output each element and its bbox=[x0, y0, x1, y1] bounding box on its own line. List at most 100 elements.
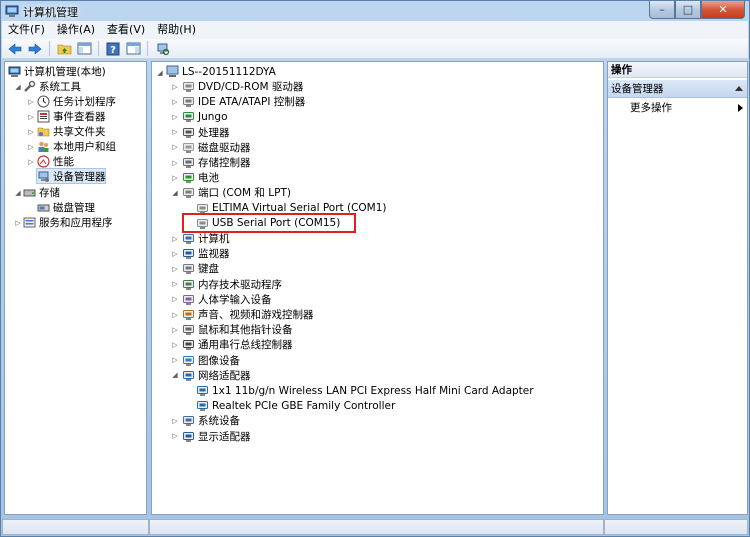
expander-expand[interactable]: ▷ bbox=[171, 325, 179, 334]
system-device-icon bbox=[183, 416, 194, 427]
menu-file[interactable]: 文件(F) bbox=[2, 21, 51, 39]
tree-item-event-viewer[interactable]: 事件查看器 bbox=[37, 109, 106, 124]
scan-hardware-button[interactable] bbox=[153, 40, 171, 57]
help-button[interactable]: ? bbox=[104, 40, 122, 57]
device-category[interactable]: 电池 bbox=[182, 170, 219, 185]
tree-item-performance[interactable]: 性能 bbox=[37, 154, 74, 169]
expander-expand[interactable]: ▷ bbox=[171, 173, 179, 182]
expander-expand[interactable]: ▷ bbox=[171, 128, 179, 137]
device-category[interactable]: 图像设备 bbox=[182, 353, 240, 368]
device-category[interactable]: 通用串行总线控制器 bbox=[182, 337, 293, 352]
expander-expand[interactable]: ▷ bbox=[171, 143, 179, 152]
expander-expand[interactable]: ▷ bbox=[14, 218, 22, 227]
tree-item-device-manager[interactable]: 设备管理器 bbox=[36, 168, 106, 184]
device-category[interactable]: 人体学输入设备 bbox=[182, 292, 272, 307]
device-label: 1x1 11b/g/n Wireless LAN PCI Express Hal… bbox=[212, 384, 534, 397]
device-label: 处理器 bbox=[198, 126, 230, 139]
menu-help[interactable]: 帮助(H) bbox=[151, 21, 202, 39]
actions-pane: 操作 设备管理器 更多操作 bbox=[607, 61, 748, 515]
device-category[interactable]: 存储控制器 bbox=[182, 155, 251, 170]
expander-expand[interactable]: ▷ bbox=[171, 432, 179, 441]
device-label: IDE ATA/ATAPI 控制器 bbox=[198, 96, 306, 109]
forward-button[interactable] bbox=[26, 40, 44, 57]
tree-item-local-users-groups[interactable]: 本地用户和组 bbox=[37, 139, 116, 154]
expander-expand[interactable]: ▷ bbox=[171, 264, 179, 273]
device-label: 人体学输入设备 bbox=[198, 293, 272, 306]
expander-expand[interactable]: ▷ bbox=[171, 280, 179, 289]
device-tree-root[interactable]: LS--20151112DYA bbox=[166, 64, 276, 79]
minimize-button[interactable]: – bbox=[649, 1, 675, 19]
status-cell bbox=[149, 519, 604, 535]
expander-expand[interactable]: ▷ bbox=[171, 234, 179, 243]
expander-collapse[interactable]: ◢ bbox=[156, 68, 164, 77]
actions-section-device-manager[interactable]: 设备管理器 bbox=[608, 80, 747, 98]
collapse-section-icon[interactable] bbox=[735, 86, 743, 91]
expander-expand[interactable]: ▷ bbox=[171, 356, 179, 365]
menu-action[interactable]: 操作(A) bbox=[51, 21, 101, 39]
maximize-button[interactable]: □ bbox=[675, 1, 701, 19]
show-hide-console-tree-button[interactable] bbox=[75, 40, 93, 57]
close-button[interactable]: ✕ bbox=[701, 1, 745, 19]
expander-expand[interactable]: ▷ bbox=[171, 158, 179, 167]
console-tree-pane[interactable]: 计算机管理(本地) ◢ 系统工具 ▷ 任务计划程序 ▷ 事件查看器 ▷ 共享文件… bbox=[4, 61, 147, 515]
title-bar[interactable]: 计算机管理 – □ ✕ bbox=[1, 1, 749, 21]
device-category[interactable]: 网络适配器 bbox=[182, 368, 251, 383]
ide-controller-icon bbox=[183, 97, 194, 108]
expander-expand[interactable]: ▷ bbox=[171, 112, 179, 121]
device-category[interactable]: DVD/CD-ROM 驱动器 bbox=[182, 79, 303, 94]
expander-expand[interactable]: ▷ bbox=[27, 127, 35, 136]
device-category[interactable]: 监视器 bbox=[182, 246, 230, 261]
expander-expand[interactable]: ▷ bbox=[27, 97, 35, 106]
expander-expand[interactable]: ▷ bbox=[171, 249, 179, 258]
menu-view[interactable]: 查看(V) bbox=[101, 21, 151, 39]
tree-item-disk-management[interactable]: 磁盘管理 bbox=[37, 200, 95, 215]
tree-item-task-scheduler[interactable]: 任务计划程序 bbox=[37, 94, 116, 109]
expander-expand[interactable]: ▷ bbox=[171, 97, 179, 106]
expander-expand[interactable]: ▷ bbox=[171, 82, 179, 91]
device-label: 内存技术驱动程序 bbox=[198, 278, 282, 291]
device-category[interactable]: 磁盘驱动器 bbox=[182, 140, 251, 155]
device-item[interactable]: Realtek PCIe GBE Family Controller bbox=[196, 398, 395, 413]
device-category[interactable]: 声音、视频和游戏控制器 bbox=[182, 307, 314, 322]
usb-controller-icon bbox=[183, 340, 194, 351]
device-category[interactable]: IDE ATA/ATAPI 控制器 bbox=[182, 94, 305, 109]
device-category[interactable]: 端口 (COM 和 LPT) bbox=[182, 185, 291, 200]
tree-item-storage[interactable]: 存储 bbox=[23, 185, 60, 200]
expander-collapse[interactable]: ◢ bbox=[171, 371, 179, 380]
up-one-level-button[interactable] bbox=[55, 40, 73, 57]
console-tree-icon bbox=[77, 42, 91, 55]
expander-collapse[interactable]: ◢ bbox=[14, 188, 22, 197]
device-tree-pane[interactable]: ◢ LS--20151112DYA ▷ DVD/CD-ROM 驱动器 ▷ IDE AT… bbox=[151, 61, 604, 515]
tree-item-shared-folders[interactable]: 共享文件夹 bbox=[37, 124, 106, 139]
tree-item-services-applications[interactable]: 服务和应用程序 bbox=[23, 215, 113, 230]
device-category[interactable]: 处理器 bbox=[182, 125, 230, 140]
status-cell bbox=[2, 519, 149, 535]
device-category[interactable]: 内存技术驱动程序 bbox=[182, 277, 282, 292]
tree-root[interactable]: 计算机管理(本地) bbox=[8, 64, 106, 79]
device-category[interactable]: 系统设备 bbox=[182, 413, 240, 428]
tree-item-system-tools[interactable]: 系统工具 bbox=[23, 79, 81, 94]
dvd-drive-icon bbox=[183, 82, 194, 92]
expander-collapse[interactable]: ◢ bbox=[14, 82, 22, 91]
expander-expand[interactable]: ▷ bbox=[27, 157, 35, 166]
expander-expand[interactable]: ▷ bbox=[27, 142, 35, 151]
more-actions-link[interactable]: 更多操作 bbox=[630, 100, 672, 116]
device-category[interactable]: 鼠标和其他指针设备 bbox=[182, 322, 293, 337]
expander-expand[interactable]: ▷ bbox=[171, 416, 179, 425]
expander-expand[interactable]: ▷ bbox=[171, 310, 179, 319]
device-category[interactable]: 键盘 bbox=[182, 261, 219, 276]
device-category[interactable]: 显示适配器 bbox=[182, 429, 251, 444]
back-button[interactable] bbox=[6, 40, 24, 57]
expander-expand[interactable]: ▷ bbox=[27, 112, 35, 121]
device-category[interactable]: 计算机 bbox=[182, 231, 230, 246]
expander-expand[interactable]: ▷ bbox=[171, 295, 179, 304]
toolbar: ? bbox=[2, 39, 748, 59]
device-category[interactable]: Jungo bbox=[182, 109, 228, 124]
expander-collapse[interactable]: ◢ bbox=[171, 188, 179, 197]
show-hide-action-pane-button[interactable] bbox=[124, 40, 142, 57]
tree-item-label: 任务计划程序 bbox=[53, 96, 116, 108]
device-label: DVD/CD-ROM 驱动器 bbox=[198, 81, 304, 93]
device-item[interactable]: 1x1 11b/g/n Wireless LAN PCI Express Hal… bbox=[196, 383, 534, 398]
action-pane-icon bbox=[126, 42, 140, 55]
expander-expand[interactable]: ▷ bbox=[171, 340, 179, 349]
